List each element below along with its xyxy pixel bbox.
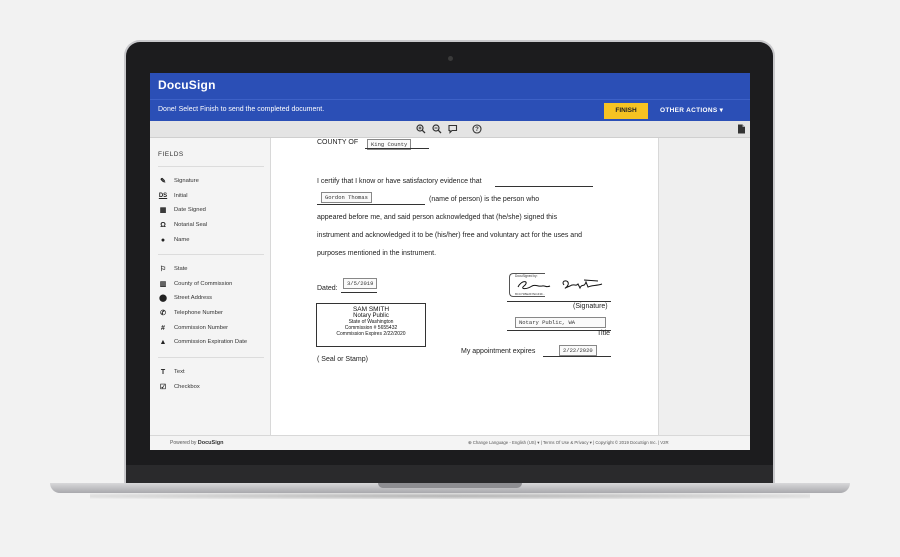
right-pane [658,138,750,435]
screen: DocuSign Done! Select Finish to send the… [150,73,750,450]
seal-icon: Ω [160,221,166,229]
field-telephone-number[interactable]: ✆ Telephone Number [158,308,223,318]
field-label: Name [174,237,190,243]
divider [158,166,264,167]
field-label: Commission Number [174,325,229,331]
field-street-address[interactable]: ⬤ Street Address [158,293,212,303]
building-icon: ▥ [159,281,167,288]
appointment-underline [543,356,611,357]
appointment-field[interactable]: 2/22/2020 [559,345,597,356]
field-text[interactable]: T Text [158,367,185,377]
initial-icon: DS [158,193,168,199]
finish-button[interactable]: FINISH [604,103,648,119]
field-label: County of Commission [174,281,233,287]
title-caption: Title [597,330,610,337]
title-field[interactable]: Notary Public, WA [515,317,606,328]
county-label: COUNTY OF [317,139,359,146]
document-toolbar: ? [150,121,750,138]
field-state[interactable]: ⚐ State [158,264,188,274]
field-label: Initial [174,193,188,199]
action-bar: Done! Select Finish to send the complete… [150,99,750,121]
field-signature[interactable]: ✎ Signature [158,176,199,186]
field-name[interactable]: ● Name [158,235,190,245]
seal-or-stamp-label: ( Seal or Stamp) [317,356,368,363]
laptop-notch [378,483,522,488]
divider [158,254,264,255]
field-label: Street Address [174,295,213,301]
flag-icon: ⚐ [159,266,167,273]
certify-underline [495,186,593,187]
name-of-person-text: (name of person) is the person who [429,196,540,203]
other-actions-menu[interactable]: OTHER ACTIONS ▾ [660,106,723,114]
text-icon: T [160,368,166,376]
document-line-3: appeared before me, and said person ackn… [317,214,558,221]
powered-by-brand: DocuSign [197,440,224,446]
dated-field[interactable]: 3/5/2019 [343,278,378,289]
camera [448,56,453,61]
title-underline [507,330,611,331]
signature-underline [507,301,611,302]
field-commission-number[interactable]: # Commission Number [158,323,228,333]
signature-block[interactable]: DocuSigned by: 8CC71BE2F7EC43F... [509,273,605,299]
certify-text: I certify that I know or have satisfacto… [317,178,482,185]
field-label: Telephone Number [174,310,223,316]
help-icon[interactable]: ? [472,124,482,134]
field-notarial-seal[interactable]: Ω Notarial Seal [158,220,207,230]
zoom-out-icon[interactable] [432,124,442,134]
laptop-mockup: DocuSign Done! Select Finish to send the… [0,0,900,557]
county-underline [365,148,429,149]
field-checkbox[interactable]: ☑ Checkbox [158,382,200,392]
pen-icon: ✎ [160,178,166,185]
notary-seal[interactable]: SAM SMITH Notary Public State of Washing… [316,303,426,347]
field-label: Checkbox [174,384,200,390]
field-date-signed[interactable]: ▦ Date Signed [158,205,206,215]
signature-image [517,279,603,290]
warning-icon: ▲ [159,338,167,346]
svg-text:?: ? [475,127,479,133]
hash-icon: # [161,324,165,332]
person-icon: ● [160,236,166,244]
field-label: State [174,266,188,272]
field-initial[interactable]: DS Initial [158,191,188,201]
location-pin-icon: ⬤ [159,295,167,302]
field-label: Text [174,369,185,375]
document-icon[interactable] [736,124,746,134]
document-page: COUNTY OF King County I certify that I k… [271,138,658,435]
person-underline [317,204,425,205]
person-name-field[interactable]: Gordon Thomas [321,192,372,203]
appointment-label: My appointment expires [461,348,536,355]
dated-underline [341,292,377,293]
laptop-shadow [90,493,810,499]
divider [158,357,264,358]
zoom-in-icon[interactable] [416,124,426,134]
field-label: Notarial Seal [174,222,208,228]
signature-id: 8CC71BE2F7EC43F... [515,292,546,296]
checkbox-icon: ☑ [159,384,167,391]
phone-icon: ✆ [160,310,166,317]
comment-icon[interactable] [448,124,458,134]
done-message: Done! Select Finish to send the complete… [158,106,325,113]
document-line-5: purposes mentioned in the instrument. [317,250,437,257]
seal-name: SAM SMITH [352,306,390,313]
document-line-4: instrument and acknowledged it to be (hi… [317,232,582,239]
field-label: Commission Expiration Date [174,339,248,345]
top-bar: DocuSign [150,73,750,99]
dated-label: Dated: [317,285,338,292]
seal-expires: Commission Expires 2/22/2020 [336,331,406,337]
fields-sidebar: FIELDS ✎ Signature DS Initial ▦ Date Signed… [150,138,271,435]
field-label: Signature [174,178,199,184]
laptop-chin [126,465,773,485]
footer-links[interactable]: ⊕ Change Language - English (US) ▾ | Ter… [468,440,669,446]
powered-by: Powered by DocuSign [170,440,223,446]
footer: Powered by DocuSign ⊕ Change Language - … [150,435,750,450]
document-area: COUNTY OF King County I certify that I k… [271,138,750,435]
powered-by-label: Powered by [170,440,197,446]
fields-title: FIELDS [158,151,184,158]
signature-caption: (Signature) [573,303,608,310]
field-county-of-commission[interactable]: ▥ County of Commission [158,279,233,289]
docusign-logo: DocuSign [158,78,216,92]
field-label: Date Signed [174,207,206,213]
field-commission-expiration-date[interactable]: ▲ Commission Expiration Date [158,337,248,347]
calendar-icon: ▦ [159,207,167,214]
